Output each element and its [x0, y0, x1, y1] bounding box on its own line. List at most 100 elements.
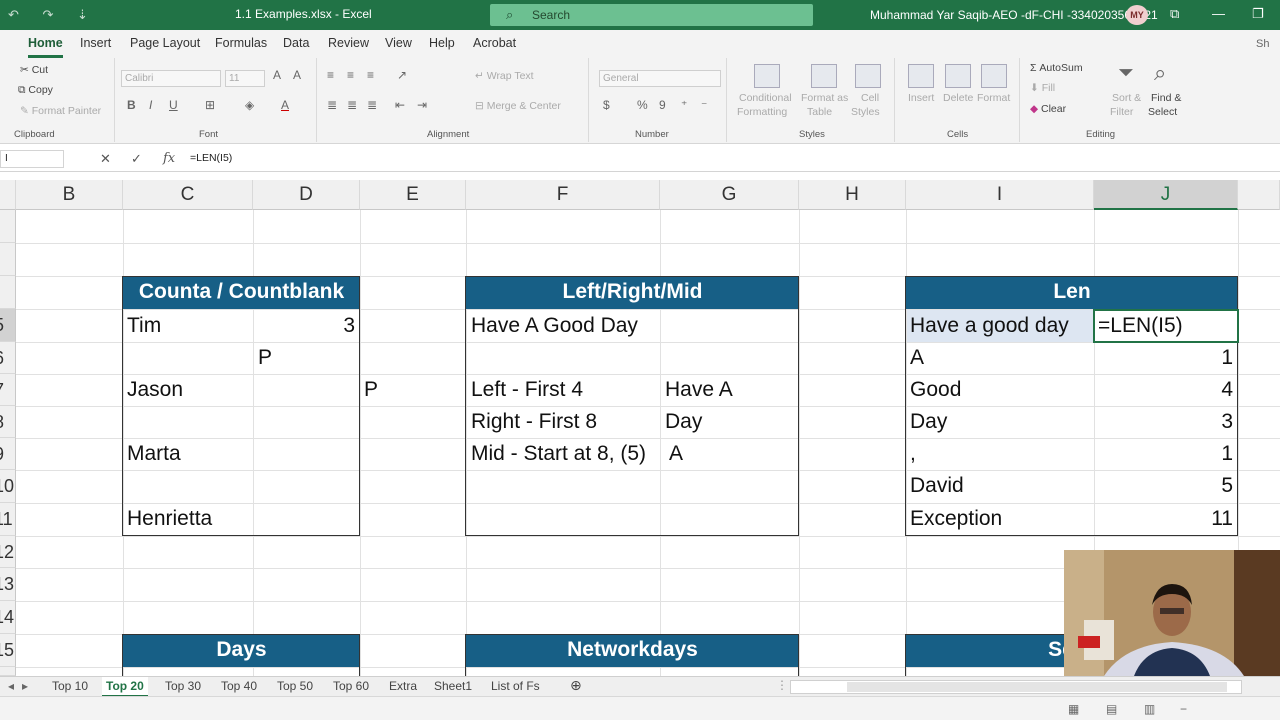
- tab-review[interactable]: Review: [328, 36, 369, 50]
- share-button[interactable]: Sh: [1256, 38, 1269, 50]
- avatar[interactable]: MY: [1126, 5, 1148, 25]
- decrease-indent-icon[interactable]: ⇤: [395, 98, 405, 112]
- select-all-corner[interactable]: [0, 180, 16, 210]
- cell-i7[interactable]: Good: [910, 374, 961, 406]
- cancel-icon[interactable]: ✕: [100, 151, 111, 167]
- ribbon-display-icon[interactable]: ⧉: [1170, 6, 1179, 22]
- cell-j9[interactable]: 1: [1098, 438, 1233, 470]
- column-header-h[interactable]: H: [799, 180, 906, 210]
- quick-access-toolbar[interactable]: ↶ ↷ ⇣: [8, 7, 98, 23]
- cell-d5[interactable]: 3: [260, 310, 355, 342]
- autosum-button[interactable]: Σ AutoSum: [1030, 62, 1083, 74]
- insert-function-icon[interactable]: fx: [163, 151, 175, 166]
- find-icon[interactable]: ⌕: [1154, 60, 1166, 86]
- fill-button[interactable]: ⬇ Fill: [1030, 82, 1055, 94]
- font-size-select[interactable]: 11: [225, 70, 265, 87]
- tab-home[interactable]: Home: [28, 36, 63, 58]
- column-header-d[interactable]: D: [253, 180, 360, 210]
- copy-button[interactable]: ⧉ Copy: [18, 84, 53, 97]
- percent-icon[interactable]: %: [637, 98, 648, 112]
- row-header[interactable]: 9: [0, 438, 16, 470]
- clear-button[interactable]: ◆ Clear: [1030, 103, 1066, 115]
- row-header[interactable]: 16: [0, 667, 16, 676]
- align-bottom-icon[interactable]: ≡: [367, 68, 374, 82]
- align-left-icon[interactable]: ≣: [327, 98, 337, 112]
- row-header[interactable]: 14: [0, 601, 16, 634]
- add-sheet-icon[interactable]: ⊕: [570, 677, 582, 694]
- cell-j6[interactable]: 1: [1098, 342, 1233, 374]
- page-break-view-icon[interactable]: ▥: [1144, 702, 1155, 716]
- insert-cells-icon[interactable]: [908, 64, 934, 88]
- maximize-button[interactable]: ❐: [1252, 6, 1264, 22]
- zoom-out-icon[interactable]: −: [1180, 702, 1187, 716]
- minimize-button[interactable]: —: [1212, 6, 1225, 21]
- cell-d6[interactable]: P: [258, 342, 272, 374]
- cell-e7[interactable]: P: [364, 374, 378, 406]
- column-header-b[interactable]: B: [16, 180, 123, 210]
- page-layout-view-icon[interactable]: ▤: [1106, 702, 1117, 716]
- increase-decimal-icon[interactable]: ⁺: [681, 98, 687, 112]
- sheet-tab-extra[interactable]: Extra: [389, 679, 417, 693]
- row-header[interactable]: 11: [0, 503, 16, 536]
- cell-styles-icon[interactable]: [855, 64, 881, 88]
- conditional-formatting-label[interactable]: Conditional: [739, 92, 792, 104]
- cell-j11[interactable]: 11: [1098, 503, 1233, 535]
- align-top-icon[interactable]: ≡: [327, 68, 334, 82]
- row-header[interactable]: [0, 276, 16, 309]
- cell-g8[interactable]: Day: [665, 406, 702, 438]
- number-format-select[interactable]: General: [599, 70, 721, 87]
- italic-icon[interactable]: I: [149, 98, 152, 112]
- column-header-f[interactable]: F: [466, 180, 660, 210]
- name-box[interactable]: I: [0, 150, 64, 168]
- row-header[interactable]: 7: [0, 374, 16, 406]
- column-header-j[interactable]: J: [1094, 180, 1238, 210]
- cell-f9[interactable]: Mid - Start at 8, (5): [471, 438, 646, 470]
- sort-filter-label[interactable]: Sort &: [1112, 92, 1141, 104]
- align-center-icon[interactable]: ≣: [347, 98, 357, 112]
- format-as-table-icon[interactable]: [811, 64, 837, 88]
- row-header[interactable]: 12: [0, 536, 16, 568]
- wrap-text-button[interactable]: ↵ Wrap Text: [475, 70, 534, 82]
- row-header[interactable]: 5: [0, 309, 16, 342]
- cell-g7[interactable]: Have A: [665, 374, 733, 406]
- horizontal-scrollbar[interactable]: [790, 680, 1242, 694]
- cell-j8[interactable]: 3: [1098, 406, 1233, 438]
- orientation-icon[interactable]: ↗: [397, 68, 407, 82]
- formula-input[interactable]: =LEN(I5): [190, 152, 232, 164]
- sheet-tab-list-of-fs[interactable]: List of Fs: [491, 679, 540, 693]
- align-right-icon[interactable]: ≣: [367, 98, 377, 112]
- sheet-tab-top-10[interactable]: Top 10: [52, 679, 88, 693]
- grow-font-icon[interactable]: A: [273, 68, 281, 82]
- cell-c7[interactable]: Jason: [127, 374, 183, 406]
- cell-i10[interactable]: David: [910, 470, 964, 502]
- cell-styles-label[interactable]: Cell: [861, 92, 879, 104]
- font-name-select[interactable]: Calibri: [121, 70, 221, 87]
- shrink-font-icon[interactable]: A: [293, 68, 301, 82]
- format-as-table-label[interactable]: Format as: [801, 92, 848, 104]
- row-header[interactable]: [0, 210, 16, 243]
- row-header[interactable]: 8: [0, 406, 16, 438]
- merge-center-button[interactable]: ⊟ Merge & Center: [475, 100, 561, 112]
- row-header[interactable]: 13: [0, 568, 16, 601]
- format-painter-button[interactable]: ✎ Format Painter: [20, 105, 101, 117]
- sheet-tab-top-40[interactable]: Top 40: [221, 679, 257, 693]
- delete-cells-label[interactable]: Delete: [943, 92, 973, 104]
- normal-view-icon[interactable]: ▦: [1068, 702, 1079, 716]
- cell-f8[interactable]: Right - First 8: [471, 406, 597, 438]
- format-cells-icon[interactable]: [981, 64, 1007, 88]
- column-header-i[interactable]: I: [906, 180, 1094, 210]
- sheet-tab-sheet1[interactable]: Sheet1: [434, 679, 472, 693]
- bold-icon[interactable]: B: [127, 98, 136, 112]
- sheet-tab-top-30[interactable]: Top 30: [165, 679, 201, 693]
- tab-help[interactable]: Help: [429, 36, 455, 50]
- search-box[interactable]: ⌕ Search: [490, 4, 813, 26]
- sheet-tab-top-20[interactable]: Top 20: [102, 677, 148, 697]
- tab-split-handle[interactable]: ⋮: [776, 678, 788, 692]
- cell-i6[interactable]: A: [910, 342, 924, 374]
- format-cells-label[interactable]: Format: [977, 92, 1010, 104]
- column-header-c[interactable]: C: [123, 180, 253, 210]
- cell-g9[interactable]: A: [669, 438, 683, 470]
- sheet-tab-top-50[interactable]: Top 50: [277, 679, 313, 693]
- cell-j5[interactable]: =LEN(I5): [1098, 310, 1183, 342]
- fill-color-icon[interactable]: ◈: [245, 98, 254, 112]
